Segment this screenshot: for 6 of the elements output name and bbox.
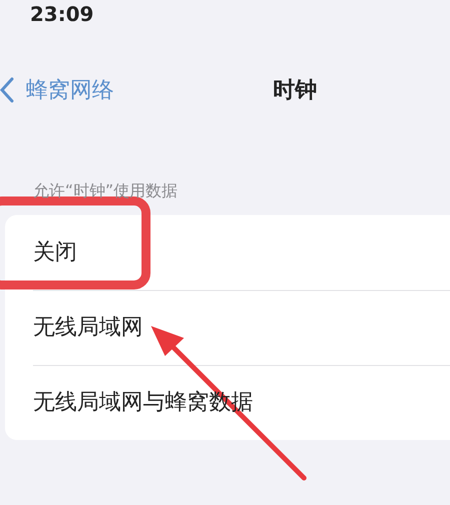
section-header: 允许“时钟”使用数据	[33, 181, 178, 202]
nav-title: 时钟	[273, 77, 317, 105]
back-chevron-icon	[0, 77, 14, 103]
option-item[interactable]: 关闭	[33, 215, 77, 290]
option-item[interactable]: 无线局域网	[33, 290, 143, 365]
status-time: 23:09	[30, 2, 94, 26]
